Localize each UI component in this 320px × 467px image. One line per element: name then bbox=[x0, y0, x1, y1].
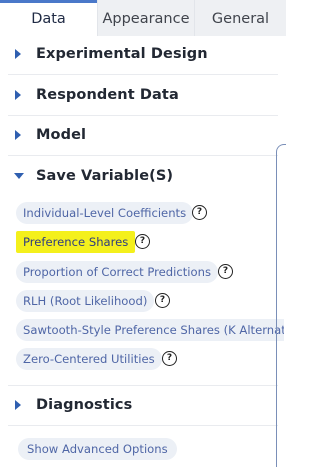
section-experimental-design[interactable]: Experimental Design bbox=[0, 34, 280, 74]
chip-zero-centered-utilities[interactable]: Zero-Centered Utilities bbox=[16, 348, 162, 370]
help-icon[interactable]: ? bbox=[218, 264, 233, 279]
help-icon[interactable]: ? bbox=[155, 293, 170, 308]
section-save-variables[interactable]: Save Variable(S) bbox=[0, 156, 280, 196]
chip-sawtooth-preference-shares[interactable]: Sawtooth-Style Preference Shares (K Alte… bbox=[16, 319, 284, 341]
chip-rlh[interactable]: RLH (Root Likelihood) bbox=[16, 290, 155, 312]
caret-right-icon bbox=[14, 49, 30, 59]
caret-right-icon bbox=[14, 400, 30, 410]
help-icon[interactable]: ? bbox=[162, 351, 177, 366]
section-label: Diagnostics bbox=[36, 397, 133, 413]
section-label: Experimental Design bbox=[36, 46, 208, 62]
divider bbox=[8, 425, 278, 426]
section-label: Save Variable(S) bbox=[36, 168, 174, 184]
scrollbar[interactable] bbox=[276, 144, 286, 467]
caret-down-icon bbox=[14, 172, 30, 180]
section-diagnostics[interactable]: Diagnostics bbox=[0, 385, 280, 425]
section-label: Respondent Data bbox=[36, 87, 179, 103]
tab-data[interactable]: Data bbox=[0, 0, 97, 36]
caret-right-icon bbox=[14, 130, 30, 140]
tab-bar: Data Appearance General bbox=[0, 0, 286, 36]
help-icon[interactable]: ? bbox=[192, 205, 207, 220]
caret-right-icon bbox=[14, 90, 30, 100]
section-label: Model bbox=[36, 127, 87, 143]
tab-appearance[interactable]: Appearance bbox=[97, 0, 194, 36]
chip-individual-level-coefficients[interactable]: Individual-Level Coefficients bbox=[16, 202, 194, 224]
chip-preference-shares[interactable]: Preference Shares bbox=[16, 231, 136, 253]
section-respondent-data[interactable]: Respondent Data bbox=[0, 75, 280, 115]
help-icon[interactable]: ? bbox=[135, 234, 150, 249]
show-advanced-options-button[interactable]: Show Advanced Options bbox=[18, 438, 177, 460]
chip-proportion-correct-predictions[interactable]: Proportion of Correct Predictions bbox=[16, 261, 219, 283]
section-model[interactable]: Model bbox=[0, 115, 280, 155]
tab-general[interactable]: General bbox=[194, 0, 286, 36]
